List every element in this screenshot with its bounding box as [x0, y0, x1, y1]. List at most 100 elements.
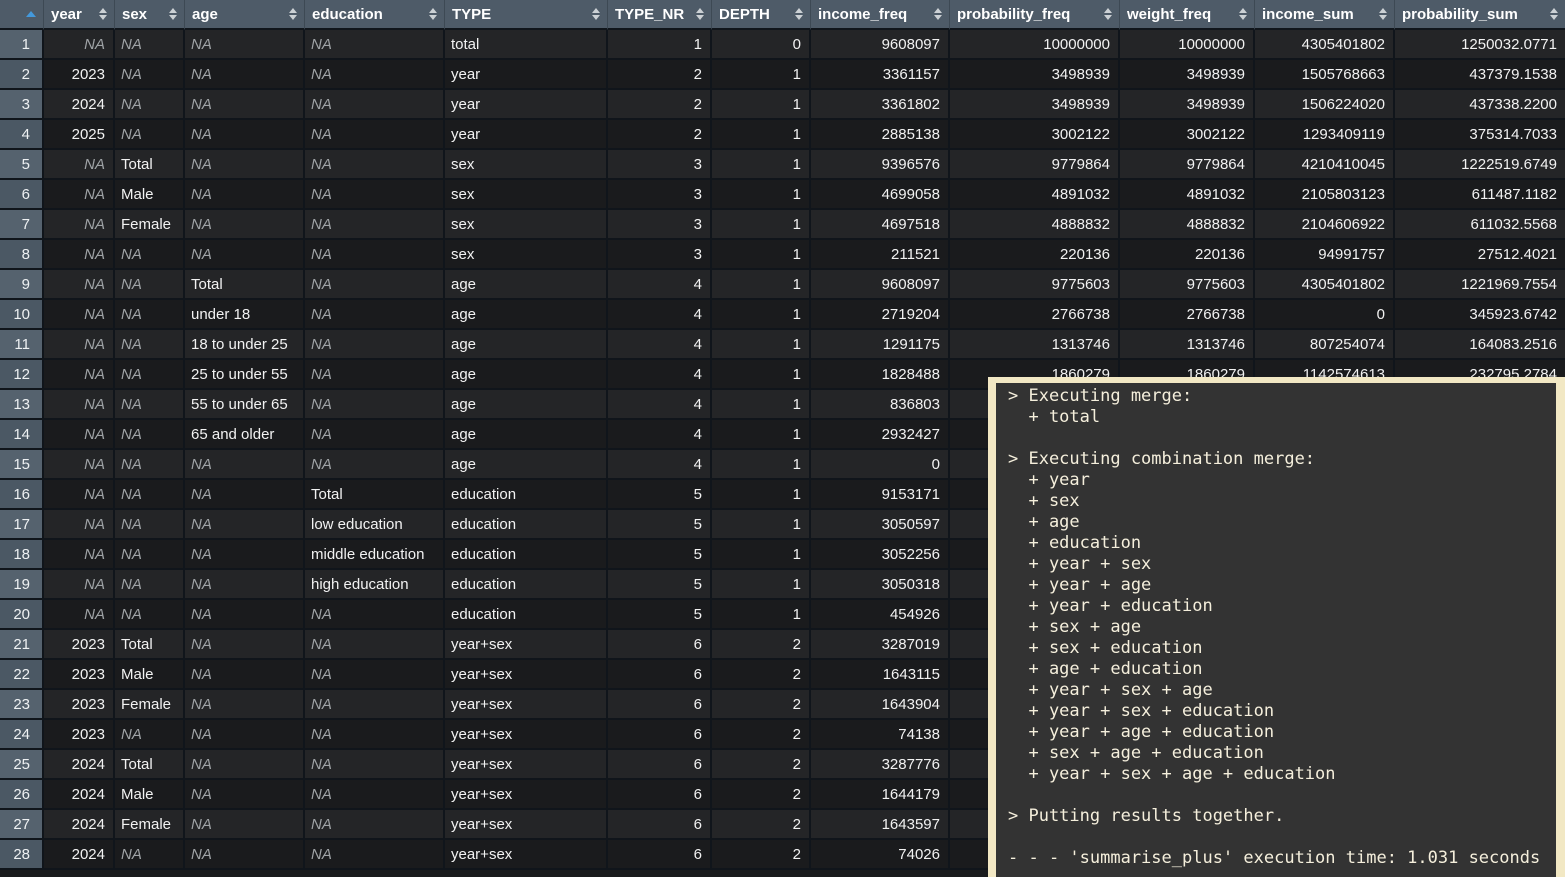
cell-DEPTH: 1	[712, 420, 811, 450]
cell-income_freq: 74026	[811, 840, 950, 870]
cell-TYPE: education	[445, 540, 608, 570]
column-header-sex[interactable]: sex	[115, 0, 185, 30]
cell-education: NA	[305, 180, 445, 210]
cell-age: NA	[185, 750, 305, 780]
cell-income_freq: 2885138	[811, 120, 950, 150]
column-header-label: TYPE	[452, 6, 491, 23]
cell-DEPTH: 1	[712, 390, 811, 420]
cell-TYPE_NR: 5	[608, 540, 712, 570]
cell-income_freq: 1643115	[811, 660, 950, 690]
row-number-column-header[interactable]	[0, 0, 44, 30]
sort-arrows-icon	[795, 8, 803, 20]
row-number: 28	[0, 840, 44, 870]
table-row: 5NATotalNANAsex3193965769779864977986442…	[0, 150, 1565, 180]
cell-income_freq: 9396576	[811, 150, 950, 180]
cell-education: NA	[305, 720, 445, 750]
row-number: 6	[0, 180, 44, 210]
row-number: 9	[0, 270, 44, 300]
column-header-label: education	[312, 6, 383, 23]
cell-TYPE: year	[445, 90, 608, 120]
table-row: 10NANAunder 18NAage412719204276673827667…	[0, 300, 1565, 330]
column-header-age[interactable]: age	[185, 0, 305, 30]
cell-income_freq: 3361802	[811, 90, 950, 120]
cell-age: 55 to under 65	[185, 390, 305, 420]
cell-TYPE_NR: 4	[608, 450, 712, 480]
cell-education: NA	[305, 810, 445, 840]
cell-DEPTH: 2	[712, 660, 811, 690]
table-row: 8NANANANAsex3121152122013622013694991757…	[0, 240, 1565, 270]
cell-year: NA	[44, 600, 115, 630]
cell-DEPTH: 1	[712, 90, 811, 120]
cell-TYPE: year+sex	[445, 660, 608, 690]
column-header-income_sum[interactable]: income_sum	[1255, 0, 1395, 30]
cell-sex: NA	[115, 420, 185, 450]
cell-age: 25 to under 55	[185, 360, 305, 390]
cell-age: NA	[185, 660, 305, 690]
cell-TYPE: year+sex	[445, 720, 608, 750]
cell-sex: NA	[115, 480, 185, 510]
cell-age: NA	[185, 840, 305, 870]
cell-probability_freq: 1313746	[950, 330, 1120, 360]
cell-TYPE: year+sex	[445, 780, 608, 810]
cell-year: NA	[44, 150, 115, 180]
cell-weight_freq: 220136	[1120, 240, 1255, 270]
column-header-DEPTH[interactable]: DEPTH	[712, 0, 811, 30]
cell-sex: Male	[115, 660, 185, 690]
cell-weight_freq: 2766738	[1120, 300, 1255, 330]
cell-DEPTH: 1	[712, 120, 811, 150]
cell-DEPTH: 2	[712, 720, 811, 750]
cell-TYPE: sex	[445, 150, 608, 180]
cell-weight_freq: 10000000	[1120, 30, 1255, 60]
row-number: 7	[0, 210, 44, 240]
cell-income_freq: 9608097	[811, 270, 950, 300]
cell-income_sum: 807254074	[1255, 330, 1395, 360]
cell-weight_freq: 3498939	[1120, 90, 1255, 120]
cell-TYPE: age	[445, 450, 608, 480]
cell-year: 2023	[44, 630, 115, 660]
row-number: 14	[0, 420, 44, 450]
column-header-label: income_sum	[1262, 6, 1354, 23]
cell-DEPTH: 1	[712, 600, 811, 630]
sort-arrows-icon	[169, 8, 177, 20]
column-header-TYPE[interactable]: TYPE	[445, 0, 608, 30]
table-row: 9NANATotalNAage4196080979775603977560343…	[0, 270, 1565, 300]
cell-TYPE: year+sex	[445, 630, 608, 660]
cell-TYPE: total	[445, 30, 608, 60]
cell-probability_sum: 437379.1538	[1395, 60, 1565, 90]
cell-TYPE: age	[445, 390, 608, 420]
table-row: 32024NANANAyear2133618023498939349893915…	[0, 90, 1565, 120]
column-header-weight_freq[interactable]: weight_freq	[1120, 0, 1255, 30]
console-overlay: > Executing merge: + total > Executing c…	[988, 377, 1565, 877]
cell-TYPE_NR: 3	[608, 150, 712, 180]
row-number: 16	[0, 480, 44, 510]
sort-arrows-icon	[1104, 8, 1112, 20]
cell-education: NA	[305, 60, 445, 90]
column-header-year[interactable]: year	[44, 0, 115, 30]
cell-TYPE_NR: 4	[608, 360, 712, 390]
cell-age: NA	[185, 630, 305, 660]
cell-income_sum: 94991757	[1255, 240, 1395, 270]
cell-year: 2024	[44, 750, 115, 780]
cell-TYPE_NR: 5	[608, 480, 712, 510]
cell-income_freq: 4697518	[811, 210, 950, 240]
column-header-education[interactable]: education	[305, 0, 445, 30]
cell-TYPE: age	[445, 420, 608, 450]
cell-sex: NA	[115, 30, 185, 60]
row-number: 2	[0, 60, 44, 90]
cell-sex: NA	[115, 390, 185, 420]
column-header-probability_freq[interactable]: probability_freq	[950, 0, 1120, 30]
cell-DEPTH: 1	[712, 360, 811, 390]
cell-year: NA	[44, 270, 115, 300]
cell-year: NA	[44, 30, 115, 60]
cell-age: NA	[185, 720, 305, 750]
column-header-probability_sum[interactable]: probability_sum	[1395, 0, 1565, 30]
column-header-TYPE_NR[interactable]: TYPE_NR	[608, 0, 712, 30]
cell-TYPE_NR: 2	[608, 120, 712, 150]
cell-weight_freq: 3002122	[1120, 120, 1255, 150]
cell-probability_freq: 3498939	[950, 60, 1120, 90]
cell-sex: Female	[115, 810, 185, 840]
cell-DEPTH: 1	[712, 210, 811, 240]
cell-TYPE: education	[445, 480, 608, 510]
cell-income_freq: 3287019	[811, 630, 950, 660]
column-header-income_freq[interactable]: income_freq	[811, 0, 950, 30]
